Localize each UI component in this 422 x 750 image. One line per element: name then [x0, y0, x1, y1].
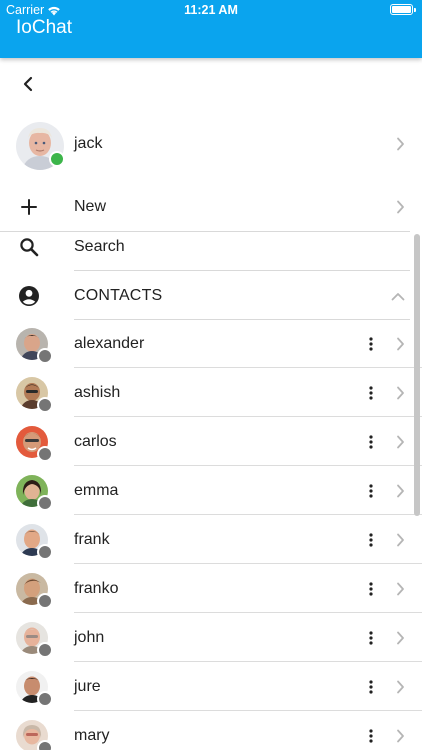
contact-row[interactable]: ashish [0, 369, 422, 417]
chevron-right-icon [394, 434, 406, 450]
chevron-right-icon [394, 532, 406, 548]
contact-name: carlos [74, 433, 117, 450]
chevron-right-icon [394, 679, 406, 695]
back-arrow-icon [23, 76, 33, 92]
more-vert-icon[interactable] [366, 726, 376, 746]
row-separator [74, 514, 422, 515]
more-vert-icon[interactable] [366, 579, 376, 599]
user-name: jack [74, 135, 103, 152]
contact-name: emma [74, 482, 119, 499]
contact-row[interactable]: franko [0, 565, 422, 613]
contacts-label: CONTACTS [74, 287, 163, 304]
more-vert-icon[interactable] [366, 481, 376, 501]
chevron-right-icon [394, 199, 406, 215]
contact-name: john [74, 629, 105, 646]
contact-row[interactable]: jure [0, 663, 422, 711]
more-vert-icon[interactable] [366, 628, 376, 648]
offline-status-dot [37, 691, 53, 707]
contact-row[interactable]: john [0, 614, 422, 662]
contact-row[interactable]: mary [0, 712, 422, 750]
row-separator [74, 416, 422, 417]
plus-icon [18, 196, 40, 218]
battery-icon [390, 4, 416, 15]
chevron-right-icon [394, 728, 406, 744]
offline-status-dot [37, 642, 53, 658]
row-separator [74, 367, 422, 368]
offline-status-dot [37, 593, 53, 609]
search-row[interactable]: Search [0, 232, 422, 262]
contact-row[interactable]: alexander [0, 320, 422, 368]
divider [74, 270, 410, 271]
row-separator [74, 563, 422, 564]
chevron-right-icon [394, 136, 406, 152]
offline-status-dot [37, 740, 53, 750]
more-vert-icon[interactable] [366, 432, 376, 452]
chevron-right-icon [394, 385, 406, 401]
contact-name: mary [74, 727, 110, 744]
contact-name: franko [74, 580, 119, 597]
contact-name: alexander [74, 335, 145, 352]
chevron-right-icon [394, 483, 406, 499]
offline-status-dot [37, 397, 53, 413]
status-time: 11:21 AM [184, 3, 238, 17]
more-vert-icon[interactable] [366, 334, 376, 354]
contact-name: ashish [74, 384, 121, 401]
chevron-up-icon [390, 288, 406, 304]
chevron-right-icon [394, 581, 406, 597]
offline-status-dot [37, 348, 53, 364]
row-separator [74, 465, 422, 466]
app-header: Carrier 11:21 AM IoChat [0, 0, 422, 58]
new-row[interactable]: New [0, 190, 422, 224]
account-circle-icon [18, 285, 40, 307]
contact-row[interactable]: frank [0, 516, 422, 564]
row-separator [74, 661, 422, 662]
online-status-dot [49, 151, 65, 167]
offline-status-dot [37, 446, 53, 462]
contact-row[interactable]: carlos [0, 418, 422, 466]
chevron-right-icon [394, 630, 406, 646]
new-label: New [74, 198, 107, 215]
contact-name: jure [74, 678, 101, 695]
contact-name: frank [74, 531, 110, 548]
contacts-header[interactable]: CONTACTS [0, 280, 422, 312]
scrollbar[interactable] [414, 234, 420, 516]
row-separator [74, 612, 422, 613]
search-label: Search [74, 238, 125, 255]
more-vert-icon[interactable] [366, 677, 376, 697]
chevron-right-icon [394, 336, 406, 352]
app-title: IoChat [16, 17, 72, 38]
current-user-row[interactable]: jack [0, 118, 422, 170]
row-separator [74, 710, 422, 711]
back-button[interactable] [16, 72, 40, 96]
offline-status-dot [37, 544, 53, 560]
search-icon [18, 236, 40, 258]
more-vert-icon[interactable] [366, 530, 376, 550]
more-vert-icon[interactable] [366, 383, 376, 403]
contact-row[interactable]: emma [0, 467, 422, 515]
offline-status-dot [37, 495, 53, 511]
